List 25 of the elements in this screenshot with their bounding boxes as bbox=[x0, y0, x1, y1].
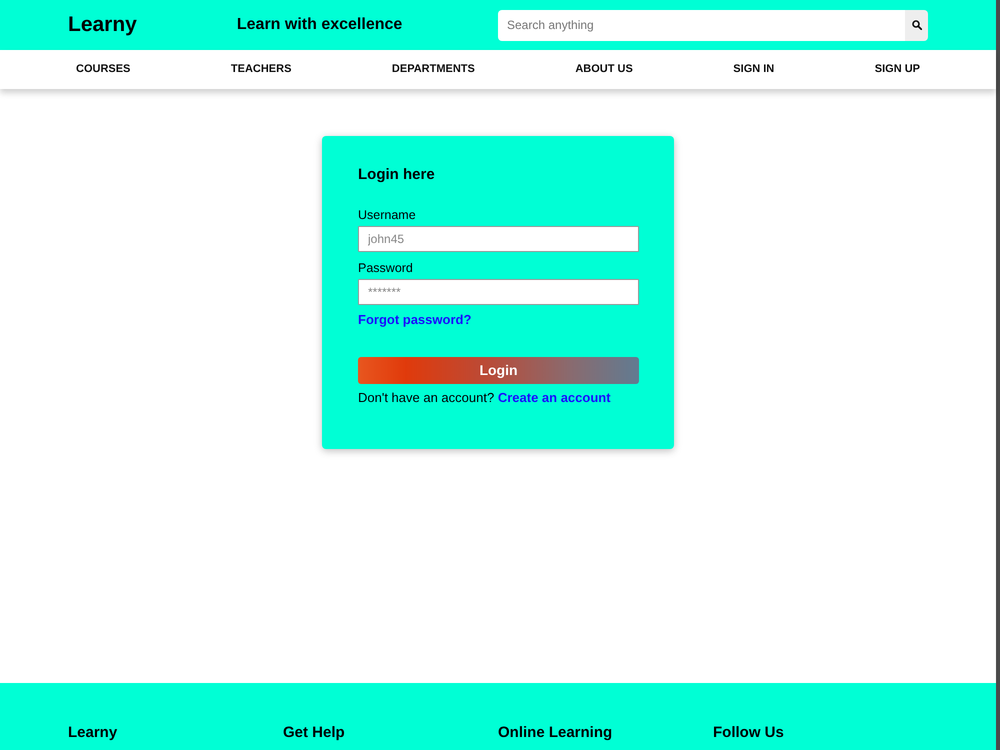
scrollbar[interactable] bbox=[996, 0, 1000, 750]
nav-link[interactable]: COURSES bbox=[76, 61, 130, 78]
logo-text[interactable]: Learny bbox=[68, 9, 137, 41]
input-field[interactable]: john45 bbox=[358, 226, 639, 252]
footer-heading: Learny bbox=[68, 723, 118, 743]
nav-link[interactable]: ABOUT US bbox=[575, 61, 633, 78]
nav-link[interactable]: SIGN UP bbox=[874, 61, 920, 78]
footer-heading: Follow Us bbox=[713, 723, 784, 743]
create-account-link[interactable]: Create an account bbox=[498, 390, 611, 405]
card-title: Login here bbox=[358, 165, 435, 185]
input-field[interactable]: ******* bbox=[358, 279, 639, 305]
login-button[interactable]: Login bbox=[358, 357, 639, 384]
nav-link[interactable]: SIGN IN bbox=[733, 61, 774, 78]
search-button[interactable] bbox=[905, 10, 928, 40]
field-label: Username bbox=[358, 208, 416, 223]
forgot-password-link[interactable]: Forgot password? bbox=[358, 312, 472, 328]
nav-link[interactable]: TEACHERS bbox=[230, 61, 292, 78]
search-icon bbox=[912, 20, 922, 30]
signup-prompt: Don't have an account? Create an account bbox=[358, 389, 611, 407]
search-field[interactable]: Search anything bbox=[498, 10, 905, 40]
field-label: Password bbox=[358, 261, 413, 276]
tagline: Learn with excellence bbox=[236, 15, 402, 35]
footer-heading: Get Help bbox=[283, 723, 345, 743]
nav-link[interactable]: DEPARTMENTS bbox=[392, 61, 475, 78]
footer-heading: Online Learning bbox=[498, 723, 612, 743]
